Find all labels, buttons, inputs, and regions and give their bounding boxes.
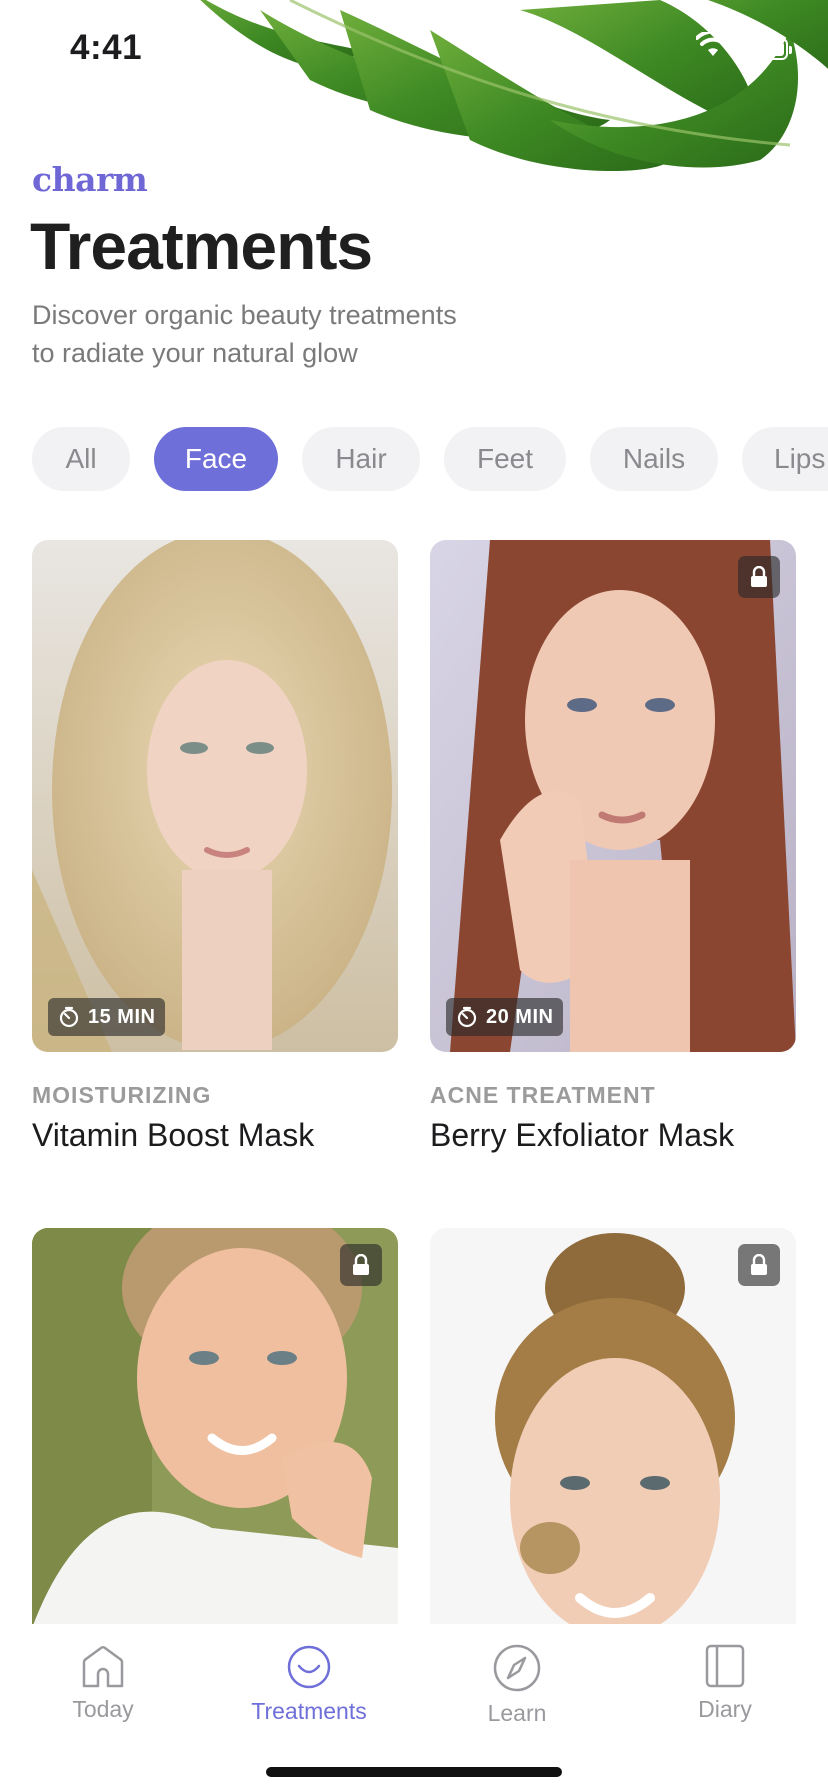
duration-text: 20 MIN xyxy=(486,1005,554,1028)
wifi-icon xyxy=(696,32,730,56)
tab-learn[interactable]: Learn xyxy=(427,1644,607,1727)
page-subtitle: Discover organic beauty treatments to ra… xyxy=(32,296,552,372)
treatment-category: MOISTURIZING xyxy=(32,1082,212,1108)
treatment-card[interactable]: 20 MIN ACNE TREATMENT Berry Exfoliator M… xyxy=(430,540,796,1154)
home-icon xyxy=(82,1646,124,1688)
filter-chip-feet[interactable]: Feet xyxy=(444,427,566,491)
filter-chip-hair[interactable]: Hair xyxy=(302,427,420,491)
book-icon xyxy=(705,1644,745,1688)
tab-label: Learn xyxy=(487,1700,547,1726)
portrait-photo xyxy=(32,540,398,1052)
compass-icon xyxy=(493,1644,541,1692)
treatment-image: 20 MIN xyxy=(430,540,796,1052)
timer-icon xyxy=(457,1006,477,1028)
lock-icon xyxy=(340,1244,382,1286)
filter-chip-lips[interactable]: Lips xyxy=(742,427,828,491)
treatment-title: Vitamin Boost Mask xyxy=(32,1117,315,1153)
duration-badge: 15 MIN xyxy=(48,998,166,1036)
subtitle-line-1: Discover organic beauty treatments xyxy=(32,300,457,330)
tab-label: Today xyxy=(72,1696,134,1722)
lock-icon xyxy=(738,1244,780,1286)
filter-chip-all[interactable]: All xyxy=(32,427,130,491)
filter-chip-face[interactable]: Face xyxy=(154,427,278,491)
tab-diary[interactable]: Diary xyxy=(635,1644,815,1723)
duration-text: 15 MIN xyxy=(88,1005,156,1028)
tab-treatments[interactable]: Treatments xyxy=(219,1644,399,1725)
treatment-category: ACNE TREATMENT xyxy=(430,1082,656,1108)
tab-label: Treatments xyxy=(251,1698,367,1724)
status-time: 4:41 xyxy=(70,28,143,67)
treatment-card[interactable]: 15 MIN MOISTURIZING Vitamin Boost Mask xyxy=(32,540,398,1154)
treatment-title: Berry Exfoliator Mask xyxy=(430,1117,735,1153)
monstera-leaf-decoration xyxy=(200,0,828,172)
portrait-photo xyxy=(430,540,796,1052)
tab-today[interactable]: Today xyxy=(13,1644,193,1723)
tab-label: Diary xyxy=(698,1696,752,1722)
lock-icon xyxy=(738,556,780,598)
timer-icon xyxy=(59,1006,79,1028)
battery-icon xyxy=(742,38,792,60)
treatment-image: 15 MIN xyxy=(32,540,398,1052)
home-indicator[interactable] xyxy=(266,1767,562,1777)
duration-badge: 20 MIN xyxy=(446,998,564,1036)
category-filter-bar: All Face Hair Feet Nails Lips xyxy=(0,427,828,491)
filter-chip-nails[interactable]: Nails xyxy=(590,427,718,491)
subtitle-line-2: to radiate your natural glow xyxy=(32,338,358,368)
brand-logo: charm xyxy=(32,160,148,199)
page-title: Treatments xyxy=(30,209,373,283)
smile-icon xyxy=(287,1645,331,1689)
